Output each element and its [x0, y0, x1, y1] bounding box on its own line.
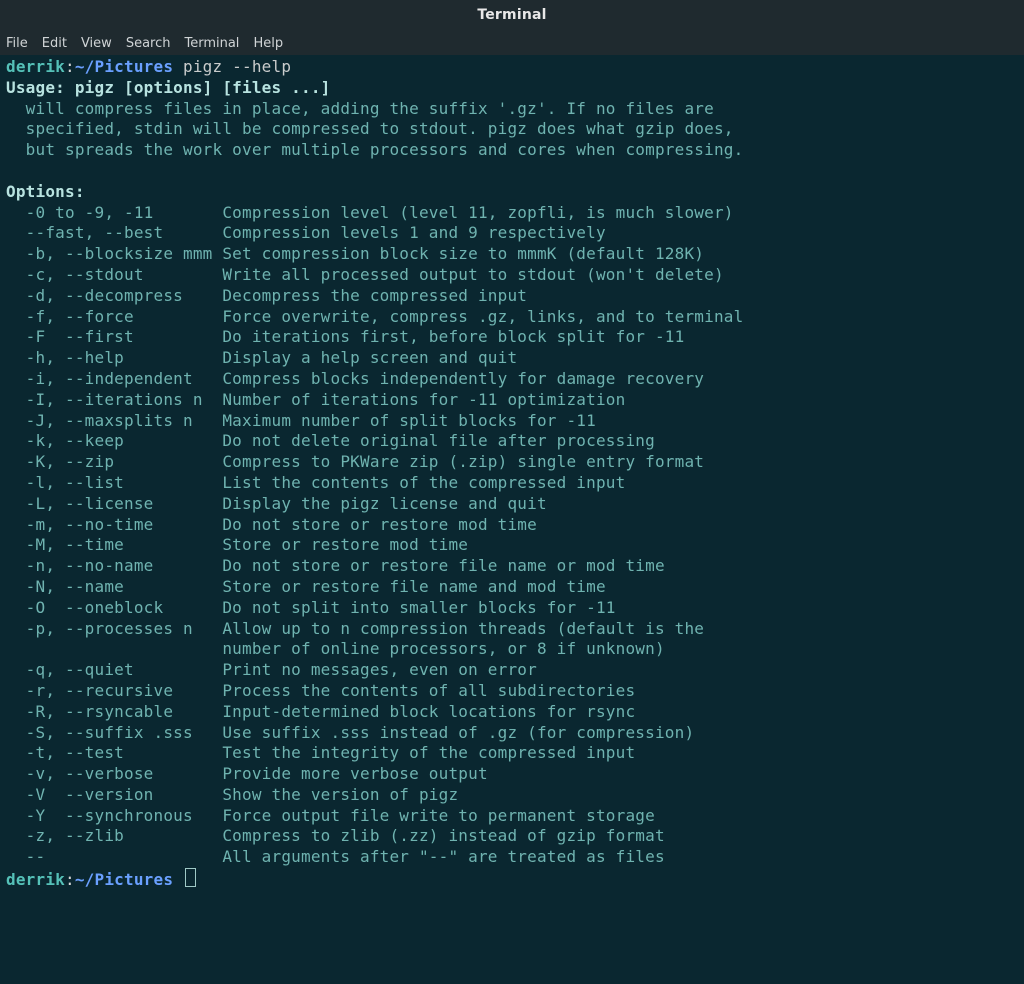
option-line: -R, --rsyncable Input-determined block l… [6, 702, 635, 721]
option-line: -v, --verbose Provide more verbose outpu… [6, 764, 488, 783]
prompt-sep: : [65, 870, 75, 889]
prompt-user: derrik [6, 57, 65, 76]
prompt-path: ~/Pictures [75, 57, 173, 76]
option-line: -M, --time Store or restore mod time [6, 535, 468, 554]
option-line: -J, --maxsplits n Maximum number of spli… [6, 411, 596, 430]
option-line: -F --first Do iterations first, before b… [6, 327, 684, 346]
option-line: -b, --blocksize mmm Set compression bloc… [6, 244, 704, 263]
usage-desc-line: specified, stdin will be compressed to s… [6, 119, 734, 138]
option-line: -h, --help Display a help screen and qui… [6, 348, 517, 367]
option-line: -c, --stdout Write all processed output … [6, 265, 724, 284]
option-line: -S, --suffix .sss Use suffix .sss instea… [6, 723, 694, 742]
options-header: Options: [6, 182, 85, 201]
option-line: -K, --zip Compress to PKWare zip (.zip) … [6, 452, 704, 471]
option-line: -r, --recursive Process the contents of … [6, 681, 635, 700]
option-line: -0 to -9, -11 Compression level (level 1… [6, 203, 734, 222]
option-line: number of online processors, or 8 if unk… [6, 639, 665, 658]
menu-help[interactable]: Help [253, 36, 283, 51]
terminal-output[interactable]: derrik:~/Pictures pigz --help Usage: pig… [0, 55, 1024, 984]
option-line: -p, --processes n Allow up to n compress… [6, 619, 704, 638]
option-line: -z, --zlib Compress to zlib (.zz) instea… [6, 826, 665, 845]
usage-desc-line: will compress files in place, adding the… [6, 99, 714, 118]
menu-edit[interactable]: Edit [42, 36, 67, 51]
menubar: File Edit View Search Terminal Help [0, 30, 1024, 57]
option-line: -d, --decompress Decompress the compress… [6, 286, 527, 305]
option-line: -l, --list List the contents of the comp… [6, 473, 625, 492]
menu-terminal[interactable]: Terminal [184, 36, 239, 51]
cursor-icon [185, 868, 196, 887]
prompt-user: derrik [6, 870, 65, 889]
prompt-sep: : [65, 57, 75, 76]
option-line: -m, --no-time Do not store or restore mo… [6, 515, 537, 534]
option-line: -f, --force Force overwrite, compress .g… [6, 307, 743, 326]
option-line: -q, --quiet Print no messages, even on e… [6, 660, 537, 679]
usage-line: Usage: pigz [options] [files ...] [6, 78, 330, 97]
option-line: -I, --iterations n Number of iterations … [6, 390, 625, 409]
prompt-command: pigz --help [183, 57, 291, 76]
option-line: --fast, --best Compression levels 1 and … [6, 223, 606, 242]
prompt-path: ~/Pictures [75, 870, 173, 889]
window-titlebar: Terminal [0, 0, 1024, 30]
option-line: -Y --synchronous Force output file write… [6, 806, 655, 825]
option-line: -k, --keep Do not delete original file a… [6, 431, 655, 450]
option-line: -i, --independent Compress blocks indepe… [6, 369, 704, 388]
usage-desc-line: but spreads the work over multiple proce… [6, 140, 743, 159]
menu-file[interactable]: File [6, 36, 28, 51]
option-line: -t, --test Test the integrity of the com… [6, 743, 635, 762]
menu-view[interactable]: View [81, 36, 112, 51]
option-line: -O --oneblock Do not split into smaller … [6, 598, 616, 617]
option-line: -n, --no-name Do not store or restore fi… [6, 556, 665, 575]
window-title: Terminal [477, 7, 546, 23]
option-line: -N, --name Store or restore file name an… [6, 577, 606, 596]
menu-search[interactable]: Search [126, 36, 171, 51]
option-line: -V --version Show the version of pigz [6, 785, 458, 804]
option-line: -- All arguments after "--" are treated … [6, 847, 665, 866]
option-line: -L, --license Display the pigz license a… [6, 494, 547, 513]
